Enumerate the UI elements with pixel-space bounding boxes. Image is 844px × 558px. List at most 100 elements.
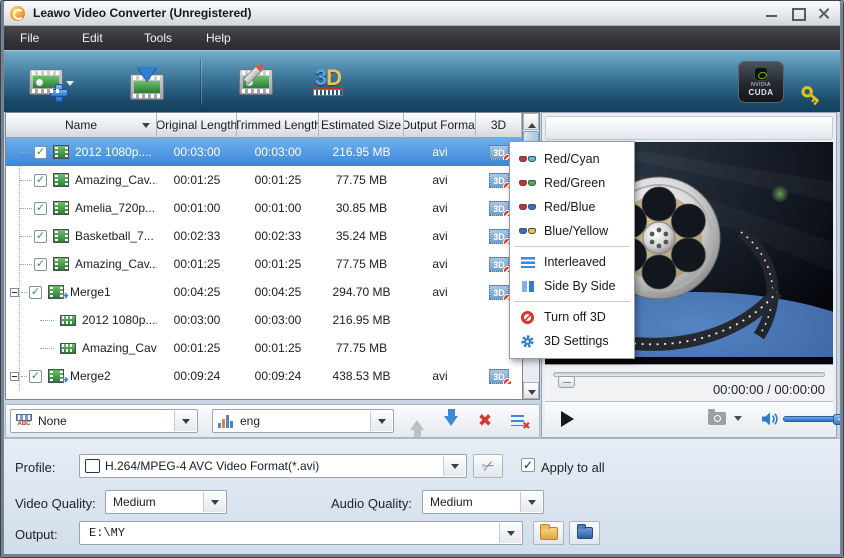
snapshot-caret-icon[interactable]	[734, 416, 742, 425]
menu-file[interactable]: File	[20, 31, 82, 45]
move-up-button[interactable]	[406, 410, 428, 432]
add-video-button[interactable]	[28, 59, 74, 105]
row-checkbox[interactable]: ✓	[29, 286, 42, 299]
scroll-down-button[interactable]	[523, 382, 539, 399]
column-header-estimated-size[interactable]: Estimated Size	[319, 113, 404, 138]
table-row-2012-1080p[interactable]: 2012 1080p....00:03:0000:03:00216.95 MB	[6, 306, 522, 334]
column-header-trimmed-length[interactable]: Trimmed Length	[237, 113, 319, 138]
edit-profile-button[interactable]: ✂	[473, 454, 503, 478]
cell-trimmed-length: 00:04:25	[237, 285, 319, 299]
video-quality-select[interactable]: Medium	[105, 490, 227, 514]
table-row-amelia-720p[interactable]: ✓Amelia_720p...00:01:0000:01:0030.85 MBa…	[6, 194, 522, 222]
menu-item-interleaved[interactable]: Interleaved	[510, 250, 634, 274]
apply-to-all-checkbox[interactable]: ✓	[521, 458, 535, 472]
seek-bar[interactable]	[553, 372, 825, 377]
video-quality-dropdown-arrow[interactable]	[203, 492, 225, 512]
row-checkbox[interactable]: ✓	[34, 258, 47, 271]
profile-dropdown-arrow[interactable]	[443, 456, 465, 476]
key-icon[interactable]	[799, 83, 823, 107]
row-checkbox[interactable]: ✓	[34, 202, 47, 215]
remove-button[interactable]: ✖	[474, 410, 496, 432]
table-row-amazing-cav[interactable]: ✓Amazing_Cav...00:01:2500:01:2577.75 MBa…	[6, 250, 522, 278]
browse-folder-button[interactable]	[569, 521, 600, 545]
file-name: 2012 1080p....	[82, 313, 157, 327]
table-row-basketball-7[interactable]: ✓Basketball_7...00:02:3300:02:3335.24 MB…	[6, 222, 522, 250]
audio-select[interactable]: eng	[212, 409, 394, 433]
cell-name: ✓➜Merge1	[6, 285, 157, 299]
menu-help[interactable]: Help	[206, 31, 268, 45]
subtitle-select[interactable]: ABC None	[10, 409, 198, 433]
row-3d-icon[interactable]: 3D	[489, 229, 509, 244]
menu-item-blue-yellow[interactable]: Blue/Yellow	[510, 219, 634, 243]
cell-name: ✓Basketball_7...	[6, 229, 157, 243]
cell-original-length: 00:03:00	[157, 313, 237, 327]
close-button[interactable]	[817, 7, 831, 19]
volume-handle[interactable]	[833, 414, 844, 425]
row-checkbox[interactable]: ✓	[34, 146, 47, 159]
expander-icon[interactable]	[10, 372, 19, 381]
play-button[interactable]	[561, 411, 582, 427]
audio-quality-dropdown-arrow[interactable]	[520, 492, 542, 512]
row-3d-icon[interactable]: 3D	[489, 285, 509, 300]
row-checkbox[interactable]: ✓	[34, 230, 47, 243]
profile-value: H.264/MPEG-4 AVC Video Format(*.avi)	[105, 459, 319, 473]
video-file-icon	[53, 257, 69, 271]
row-3d-icon[interactable]: 3D	[489, 145, 509, 160]
3d-off-badge-icon	[503, 378, 512, 384]
output-dropdown-arrow[interactable]	[499, 523, 521, 543]
clear-list-button[interactable]: ✖	[508, 410, 530, 432]
menu-item-red-green[interactable]: Red/Green	[510, 171, 634, 195]
seek-handle[interactable]	[558, 376, 575, 388]
row-3d-icon[interactable]: 3D	[489, 173, 509, 188]
table-row-merge2[interactable]: ✓➜Merge200:09:2400:09:24438.53 MBavi3D	[6, 362, 522, 390]
scroll-up-button[interactable]	[523, 113, 539, 130]
column-header-name[interactable]: Name	[6, 113, 157, 138]
open-folder-button[interactable]	[533, 521, 564, 545]
column-header-label: Trimmed Length	[237, 118, 319, 132]
3d-movie-button[interactable]: 3D	[305, 59, 351, 105]
edit-video-button[interactable]	[233, 59, 279, 105]
column-header-3d[interactable]: 3D	[476, 113, 522, 138]
column-header-output-format[interactable]: Output Format	[404, 113, 476, 138]
expander-icon[interactable]	[10, 288, 19, 297]
profile-select[interactable]: H.264/MPEG-4 AVC Video Format(*.avi)	[79, 454, 467, 478]
browse-folder-icon	[577, 527, 593, 539]
seek-area: 00:00:00 / 00:00:00	[545, 364, 833, 401]
track-row: ABC None eng ✖ ✖	[5, 404, 540, 438]
menu-item-3d-settings[interactable]: 3D Settings	[510, 329, 634, 353]
menu-item-label: Interleaved	[544, 255, 606, 269]
row-checkbox[interactable]: ✓	[29, 370, 42, 383]
cell-output-format: avi	[404, 285, 476, 299]
volume-icon[interactable]	[762, 412, 778, 426]
menu-item-red-blue[interactable]: Red/Blue	[510, 195, 634, 219]
minimize-button[interactable]	[765, 7, 779, 19]
table-row-amazing-cav[interactable]: Amazing_Cav...00:01:2500:01:2577.75 MB	[6, 334, 522, 362]
column-header-original-length[interactable]: Original Length	[157, 113, 237, 138]
add-video-icon	[29, 69, 63, 95]
snapshot-icon[interactable]	[708, 412, 726, 425]
table-row-2012-1080p[interactable]: ✓2012 1080p....00:03:0000:03:00216.95 MB…	[6, 138, 522, 166]
maximize-button[interactable]	[791, 7, 805, 19]
menu-item-side-by-side[interactable]: Side By Side	[510, 274, 634, 298]
row-3d-icon[interactable]: 3D	[489, 369, 509, 384]
menu-edit[interactable]: Edit	[82, 31, 144, 45]
output-path-select[interactable]: E:\MY	[79, 521, 523, 545]
profile-label: Profile:	[15, 460, 55, 475]
menu-item-turn-off-3d[interactable]: Turn off 3D	[510, 305, 634, 329]
subtitle-dropdown-arrow[interactable]	[174, 411, 196, 431]
audio-quality-select[interactable]: Medium	[422, 490, 544, 514]
sort-caret-icon[interactable]	[142, 123, 150, 132]
file-name: Merge2	[70, 369, 111, 383]
audio-dropdown-arrow[interactable]	[370, 411, 392, 431]
move-down-button[interactable]	[440, 410, 462, 432]
download-video-button[interactable]	[124, 59, 170, 105]
tree-stub	[40, 320, 54, 321]
row-3d-icon[interactable]: 3D	[489, 257, 509, 272]
table-row-merge1[interactable]: ✓➜Merge100:04:2500:04:25294.70 MBavi3D	[6, 278, 522, 306]
row-3d-icon[interactable]: 3D	[489, 201, 509, 216]
row-checkbox[interactable]: ✓	[34, 174, 47, 187]
table-row-amazing-cav[interactable]: ✓Amazing_Cav...00:01:2500:01:2577.75 MBa…	[6, 166, 522, 194]
menu-item-red-cyan[interactable]: Red/Cyan	[510, 147, 634, 171]
volume-slider[interactable]	[783, 416, 844, 422]
menu-tools[interactable]: Tools	[144, 31, 206, 45]
